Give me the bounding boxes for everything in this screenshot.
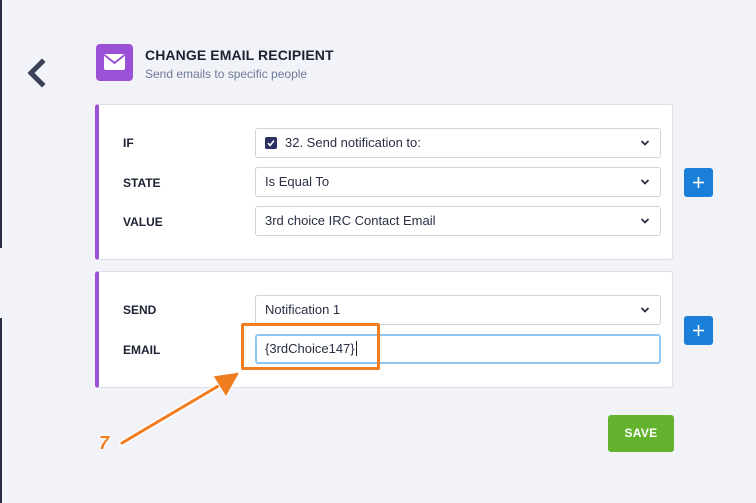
annotation-arrow bbox=[119, 371, 241, 446]
annotation-step-number: 7 bbox=[99, 433, 110, 453]
